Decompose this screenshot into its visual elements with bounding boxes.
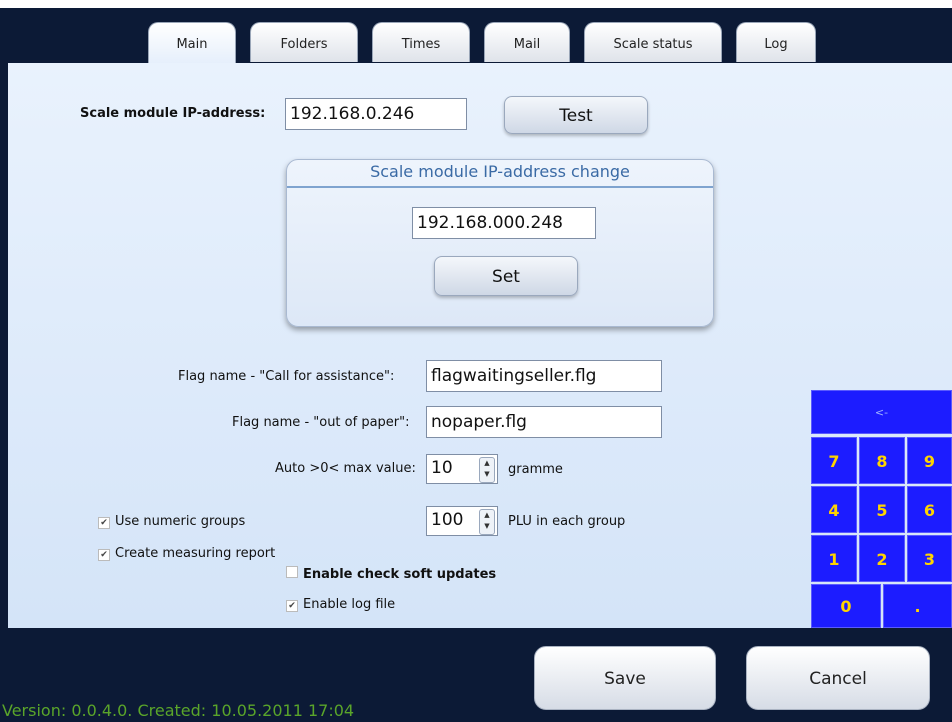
key-8[interactable]: 8 — [859, 437, 905, 484]
enable-soft-updates-label: Enable check soft updates — [303, 567, 497, 582]
tab-main[interactable]: Main — [148, 22, 236, 66]
flag-paper-input[interactable] — [426, 406, 662, 438]
key-1[interactable]: 1 — [811, 535, 857, 582]
checkmark-icon: ✔ — [98, 517, 110, 529]
auto-max-label: Auto >0< max value: — [275, 461, 416, 476]
auto-max-unit: gramme — [508, 462, 563, 477]
use-numeric-groups-checkbox[interactable]: ✔ Use numeric groups — [98, 514, 245, 529]
save-button[interactable]: Save — [534, 646, 716, 710]
checkmark-icon: ✔ — [98, 549, 110, 561]
cancel-button[interactable]: Cancel — [746, 646, 930, 710]
ip-address-label: Scale module IP-address: — [80, 106, 266, 121]
key-9[interactable]: 9 — [907, 437, 952, 484]
plu-group-spinner[interactable]: 100 ▲ ▼ — [426, 506, 498, 536]
key-6[interactable]: 6 — [907, 486, 952, 533]
key-dot[interactable]: . — [883, 584, 952, 628]
flag-assistance-label: Flag name - "Call for assistance": — [178, 369, 395, 384]
plu-group-value: 100 — [431, 510, 464, 530]
enable-log-file-label: Enable log file — [303, 597, 396, 612]
spin-arrows-icon[interactable]: ▲ ▼ — [479, 509, 495, 535]
use-numeric-groups-label: Use numeric groups — [115, 514, 246, 529]
tab-scale-status[interactable]: Scale status — [584, 22, 722, 62]
backspace-key[interactable]: <- — [811, 390, 952, 434]
create-measuring-report-label: Create measuring report — [115, 546, 276, 561]
key-4[interactable]: 4 — [811, 486, 857, 533]
spin-arrows-icon[interactable]: ▲ ▼ — [479, 457, 495, 483]
key-0[interactable]: 0 — [811, 584, 881, 628]
new-ip-address-input[interactable] — [412, 207, 596, 239]
key-7[interactable]: 7 — [811, 437, 857, 484]
auto-max-spinner[interactable]: 10 ▲ ▼ — [426, 454, 498, 484]
test-button[interactable]: Test — [504, 96, 648, 134]
tab-folders[interactable]: Folders — [250, 22, 358, 62]
checkmark-icon: ✔ — [286, 600, 298, 612]
flag-paper-label: Flag name - "out of paper": — [232, 415, 410, 430]
key-3[interactable]: 3 — [907, 535, 952, 582]
auto-max-value: 10 — [431, 458, 453, 478]
enable-soft-updates-checkbox[interactable]: Enable check soft updates — [286, 566, 496, 582]
enable-log-file-checkbox[interactable]: ✔ Enable log file — [286, 597, 395, 612]
key-2[interactable]: 2 — [859, 535, 905, 582]
ip-change-title: Scale module IP-address change — [287, 160, 713, 188]
version-text: Version: 0.0.4.0. Created: 10.05.2011 17… — [2, 701, 355, 720]
set-button[interactable]: Set — [434, 256, 578, 296]
ip-address-input[interactable] — [285, 98, 467, 130]
ip-change-group: Scale module IP-address change — [286, 159, 714, 327]
tab-log[interactable]: Log — [736, 22, 816, 62]
flag-assistance-input[interactable] — [426, 360, 662, 392]
key-5[interactable]: 5 — [859, 486, 905, 533]
checkbox-icon — [286, 566, 298, 578]
plu-group-unit: PLU in each group — [508, 514, 626, 529]
tab-times[interactable]: Times — [372, 22, 470, 62]
create-measuring-report-checkbox[interactable]: ✔ Create measuring report — [98, 546, 275, 561]
tab-mail[interactable]: Mail — [484, 22, 570, 62]
